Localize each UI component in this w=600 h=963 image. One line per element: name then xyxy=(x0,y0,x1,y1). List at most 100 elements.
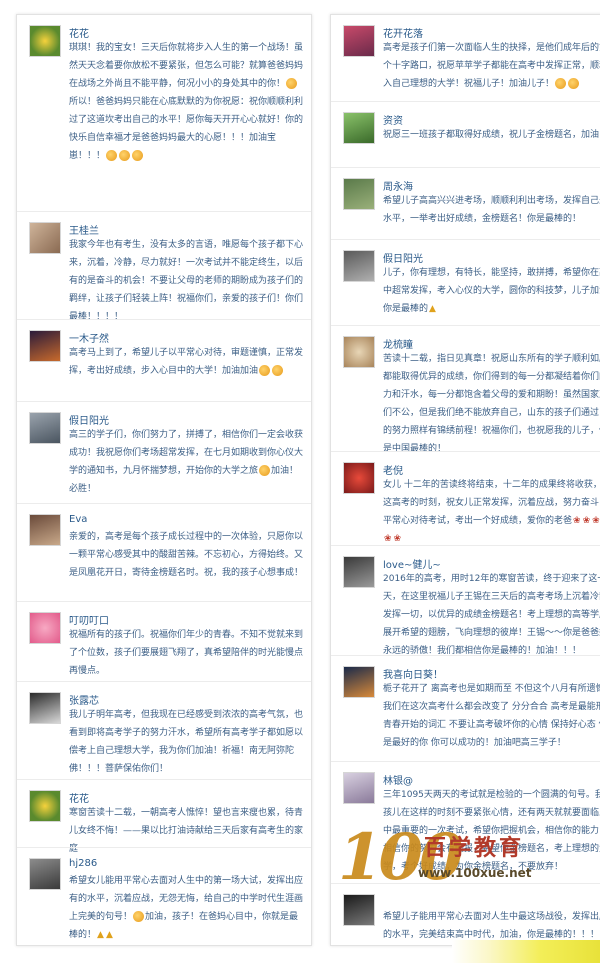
author-name[interactable]: 周永海 xyxy=(383,178,413,193)
message-item: 我喜向日葵！ 栀子花开了 离高考也是如期而至 不但这个八月有所遗憾 但我们在这次高… xyxy=(331,655,600,762)
author-name[interactable]: 龙梳瞳 xyxy=(383,336,413,351)
right-message-column: 花开花落 高考是孩子们第一次面临人生的抉择，是他们成年后的第一个十字路口，祝愿苹苹… xyxy=(330,14,600,946)
emoticon-icon xyxy=(568,78,580,89)
message-body: 琪琪！我的宝女！三天后你就将步入人生的第一个战场！虽然天天念着要你放松不要紧张，… xyxy=(69,43,304,89)
avatar[interactable] xyxy=(29,858,61,890)
message-body: 2016年的高考，用时12年的寒窗苦读，终于迎来了这一天，在这里祝福儿子王锡在三… xyxy=(383,574,600,656)
rose-icon: ❀ xyxy=(573,516,581,526)
author-name[interactable]: 花花 xyxy=(69,25,89,40)
message-item: 周永海希望儿子高高兴兴进考场，顺顺利利出考场，发挥自己最好水平，一举考出好成绩，… xyxy=(331,167,600,240)
message-text: 2016年的高考，用时12年的寒窗苦读，终于迎来了这一天，在这里祝福儿子王锡在三… xyxy=(383,570,600,660)
message-text: 祝福所有的孩子们。祝福你们年少的青春。不知不觉就来到了个位数，孩子们要展翅飞翔了… xyxy=(69,626,303,680)
watermark-url: www.100xue.net xyxy=(418,866,532,880)
author-name[interactable]: 假日阳光 xyxy=(383,250,423,265)
author-name[interactable]: Eva xyxy=(69,514,87,525)
message-item: 王桂兰我家今年也有考生，没有太多的言语，唯愿每个孩子都下心来，沉着，冷静，尽力就… xyxy=(17,211,311,322)
author-name[interactable]: 花花 xyxy=(69,790,89,805)
author-name[interactable]: hj286 xyxy=(69,858,97,869)
message-text: 希望女儿能用平常心去面对人生中的第一场大试，发挥出应有的水平，沉着应战，无怨无悔… xyxy=(69,872,303,944)
avatar[interactable] xyxy=(343,666,375,698)
avatar[interactable] xyxy=(343,556,375,588)
author-name[interactable]: love~健儿~ xyxy=(383,556,441,571)
rose-icon: ❀ xyxy=(393,534,402,544)
author-name[interactable]: 花开花落 xyxy=(383,25,423,40)
message-text: 琪琪！我的宝女！三天后你就将步入人生的第一个战场！虽然天天念着要你放松不要紧张，… xyxy=(69,39,303,165)
message-body: 希望儿子能用平常心去面对人生中最这场战役，发挥出应有的水平，完美结束高中时代，加… xyxy=(383,912,600,940)
message-body: 女儿 十二年的苦读终将结束，十二年的成果终将收获，在这高考的时刻，祝女儿正常发挥… xyxy=(383,480,600,526)
message-text: 祝愿三一班孩子都取得好成绩，祝儿子金榜题名，加油！ xyxy=(383,126,600,144)
message-text: 栀子花开了 离高考也是如期而至 不但这个八月有所遗憾 但我们在这次高考什么都会改… xyxy=(383,680,600,752)
message-item: Eva 亲爱的，高考是每个孩子成长过程中的一次体验，只愿你以一颗平常心感受其中的酸… xyxy=(17,503,311,602)
message-text: 儿子，你有理想，有特长，能坚持，敢拼搏，希望你在高考中超常发挥，考入心仪的大学，… xyxy=(383,264,600,318)
watermark-brand: 百学教育 xyxy=(424,835,525,861)
message-body: 我家今年也有考生，没有太多的言语，唯愿每个孩子都下心来，沉着，冷静，尽力就好！一… xyxy=(69,240,304,322)
avatar[interactable] xyxy=(343,894,375,926)
message-text: 女儿 十二年的苦读终将结束，十二年的成果终将收获，在这高考的时刻，祝女儿正常发挥… xyxy=(383,476,600,548)
message-body-continued: 所以！爸爸妈妈只能在心底默默的为你祝愿：祝你顺顺利利过了这道坎考出自己的水平！愿… xyxy=(69,97,304,161)
emoticon-icon xyxy=(286,78,298,89)
author-name[interactable]: 老倪 xyxy=(383,462,403,477)
message-body: 祝福所有的孩子们。祝福你们年少的青春。不知不觉就来到了个位数，孩子们要展翅飞翔了… xyxy=(69,630,304,676)
avatar[interactable] xyxy=(343,178,375,210)
author-name[interactable]: 叮叨叮口 xyxy=(69,612,109,627)
author-name[interactable]: 资资 xyxy=(383,112,403,127)
message-body: 苦读十二载，指日见真章！祝愿山东所有的学子顺利如愿，都能取得优异的成绩，你们得到… xyxy=(383,354,600,454)
message-item: 龙梳瞳苦读十二载，指日见真章！祝愿山东所有的学子顺利如愿，都能取得优异的成绩，你… xyxy=(331,325,600,454)
message-item: 张露芯我儿子明年高考，但我现在已经感受到浓浓的高考气氛，也看到即将高考学子的努力… xyxy=(17,681,311,780)
author-name[interactable]: 林银@ xyxy=(383,772,413,787)
message-text: 高考是孩子们第一次面临人生的抉择，是他们成年后的第一个十字路口，祝愿苹苹学子都能… xyxy=(383,39,600,93)
message-item: hj286 希望女儿能用平常心去面对人生中的第一场大试，发挥出应有的水平，沉着应战… xyxy=(17,847,311,945)
left-message-column: 花花琪琪！我的宝女！三天后你就将步入人生的第一个战场！虽然天天念着要你放松不要紧… xyxy=(16,14,312,946)
rose-icon: ❀ xyxy=(592,516,600,526)
message-item: 假日阳光 高三的学子们，你们努力了，拼搏了，相信你们一定会收获成功！我祝愿你们考场… xyxy=(17,401,311,504)
avatar[interactable] xyxy=(29,692,61,724)
message-item: 花开花落 高考是孩子们第一次面临人生的抉择，是他们成年后的第一个十字路口，祝愿苹苹… xyxy=(331,15,600,101)
avatar[interactable] xyxy=(29,612,61,644)
thumb-icon: ▲ xyxy=(429,304,436,314)
emoticon-icon xyxy=(259,365,271,376)
avatar[interactable] xyxy=(343,772,375,804)
message-body: 祝愿三一班孩子都取得好成绩，祝儿子金榜题名，加油！ xyxy=(383,130,600,140)
message-item: love~健儿~ 2016年的高考，用时12年的寒窗苦读，终于迎来了这一天，在这里… xyxy=(331,545,600,656)
emoticon-icon xyxy=(132,150,144,161)
message-item: 假日阳光儿子，你有理想，有特长，能坚持，敢拼搏，希望你在高考中超常发挥，考入心仪… xyxy=(331,239,600,326)
avatar[interactable] xyxy=(29,790,61,822)
corner-decoration xyxy=(452,940,600,963)
avatar[interactable] xyxy=(29,412,61,444)
message-text: 亲爱的，高考是每个孩子成长过程中的一次体验，只愿你以一颗平常心感受其中的酸甜苦辣… xyxy=(69,528,303,582)
message-item: 花花 寒窗苦读十二载，一朝高考人憔悴！望也言来瘦也累，待青儿女终不悔！——果以比打… xyxy=(17,779,311,854)
rose-icon: ❀ xyxy=(384,534,392,544)
avatar[interactable] xyxy=(29,330,61,362)
message-item: 一木子然 高考马上到了，希望儿子以平常心对待，审题谨慎，正常发挥，考出好成绩，步入… xyxy=(17,319,311,402)
emoticon-icon xyxy=(133,911,145,922)
avatar[interactable] xyxy=(343,336,375,368)
author-name[interactable]: 王桂兰 xyxy=(69,222,99,237)
thumbs-up-icon: ▲ xyxy=(97,930,104,940)
avatar[interactable] xyxy=(343,462,375,494)
author-name[interactable]: 一木子然 xyxy=(69,330,109,345)
avatar[interactable] xyxy=(343,250,375,282)
message-body: 我儿子明年高考，但我现在已经感受到浓浓的高考气氛，也看到即将高考学子的努力汗水，… xyxy=(69,710,304,774)
message-item: 资资祝愿三一班孩子都取得好成绩，祝儿子金榜题名，加油！ xyxy=(331,101,600,168)
emoticon-icon xyxy=(555,78,567,89)
emoticon-icon xyxy=(272,365,284,376)
message-item: 老倪女儿 十二年的苦读终将结束，十二年的成果终将收获，在这高考的时刻，祝女儿正常… xyxy=(331,451,600,546)
thumbs-up-icon: ▲ xyxy=(105,930,113,940)
avatar[interactable] xyxy=(343,112,375,144)
message-text: 希望儿子高高兴兴进考场，顺顺利利出考场，发挥自己最好水平，一举考出好成绩，金榜题… xyxy=(383,192,600,228)
message-body: 希望儿子高高兴兴进考场，顺顺利利出考场，发挥自己最好水平，一举考出好成绩，金榜题… xyxy=(383,196,600,224)
message-item: 花花琪琪！我的宝女！三天后你就将步入人生的第一个战场！虽然天天念着要你放松不要紧… xyxy=(17,15,311,211)
message-text: 我家今年也有考生，没有太多的言语，唯愿每个孩子都下心来，沉着，冷静，尽力就好！一… xyxy=(69,236,303,326)
author-name[interactable]: 张露芯 xyxy=(69,692,99,707)
author-name[interactable]: 假日阳光 xyxy=(69,412,109,427)
message-item: 叮叨叮口祝福所有的孩子们。祝福你们年少的青春。不知不觉就来到了个位数，孩子们要展… xyxy=(17,601,311,682)
avatar[interactable] xyxy=(343,25,375,57)
message-text: 希望儿子能用平常心去面对人生中最这场战役，发挥出应有的水平，完美结束高中时代，加… xyxy=(383,908,600,944)
avatar[interactable] xyxy=(29,222,61,254)
emoticon-icon xyxy=(119,150,131,161)
avatar[interactable] xyxy=(29,514,61,546)
avatar[interactable] xyxy=(29,25,61,57)
message-text: 高考马上到了，希望儿子以平常心对待，审题谨慎，正常发挥，考出好成绩，步入心目中的… xyxy=(69,344,303,380)
author-name[interactable]: 我喜向日葵！ xyxy=(383,666,443,681)
message-body: 儿子，你有理想，有特长，能坚持，敢拼搏，希望你在高考中超常发挥，考入心仪的大学，… xyxy=(383,268,600,314)
